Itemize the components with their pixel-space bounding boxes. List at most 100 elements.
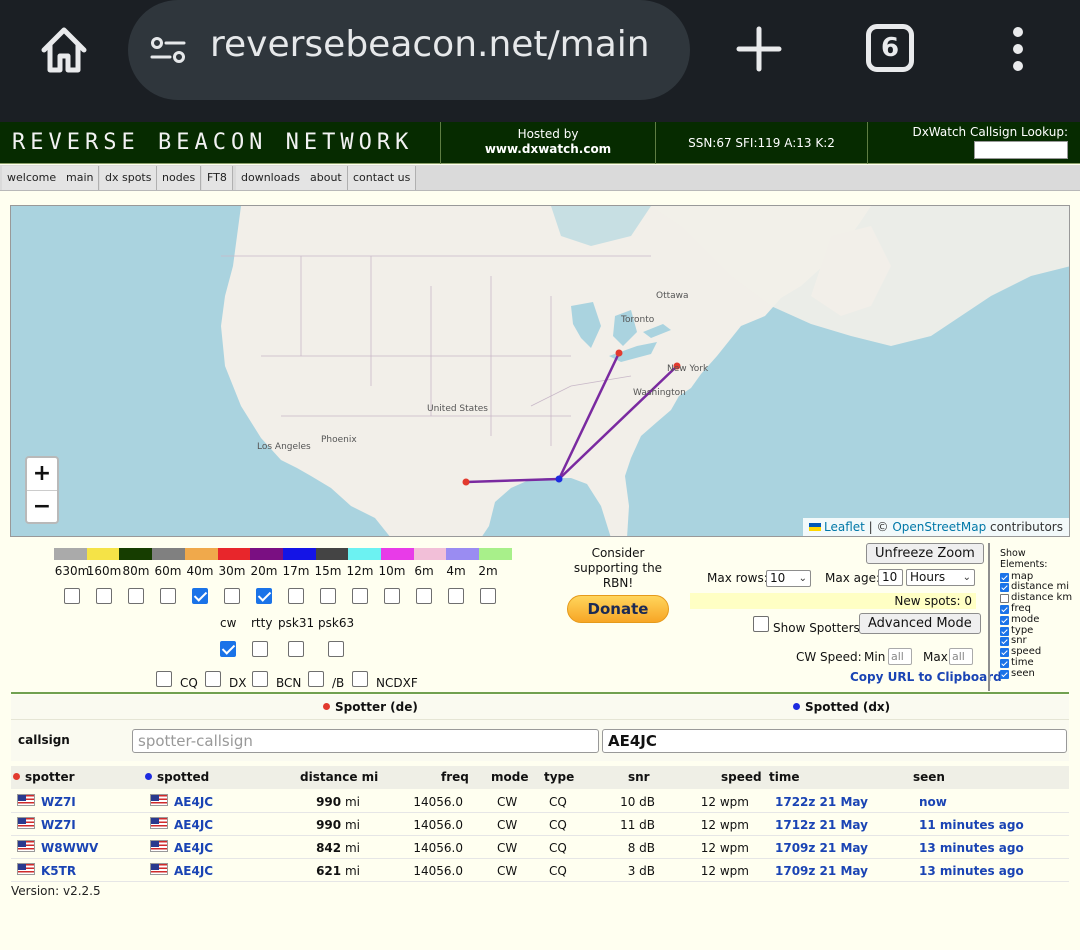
map-canvas[interactable] bbox=[11, 206, 1070, 537]
col-seen[interactable]: seen bbox=[913, 770, 945, 784]
show-element-checkbox[interactable] bbox=[1000, 648, 1009, 658]
show-element-item[interactable]: seen bbox=[1000, 668, 1072, 680]
band-checkbox[interactable] bbox=[160, 588, 176, 604]
hosted-site-link[interactable]: www.dxwatch.com bbox=[441, 142, 655, 157]
nav-main[interactable]: main bbox=[61, 166, 100, 190]
spotted-callsign-input[interactable]: AE4JC bbox=[602, 729, 1067, 753]
band-checkbox[interactable] bbox=[64, 588, 80, 604]
type-checkbox[interactable] bbox=[156, 671, 172, 687]
nav-welcome[interactable]: welcome bbox=[2, 166, 63, 190]
col-spotter[interactable]: spotter bbox=[13, 770, 75, 784]
type-checkbox[interactable] bbox=[252, 671, 268, 687]
col-spotted[interactable]: spotted bbox=[145, 770, 209, 784]
time-link[interactable]: 1712z 21 May bbox=[775, 818, 868, 832]
lookup-label: DxWatch Callsign Lookup: bbox=[912, 125, 1068, 139]
spotter-link[interactable]: WZ7I bbox=[41, 795, 76, 809]
col-snr[interactable]: snr bbox=[628, 770, 650, 784]
band-checkbox[interactable] bbox=[320, 588, 336, 604]
osm-link[interactable]: OpenStreetMap bbox=[892, 520, 986, 534]
show-element-checkbox[interactable] bbox=[1000, 615, 1009, 625]
cw-max-input[interactable]: all bbox=[949, 648, 973, 665]
show-element-checkbox[interactable] bbox=[1000, 637, 1009, 647]
freq-cell: 14056.0 bbox=[413, 795, 463, 809]
band-checkbox[interactable] bbox=[352, 588, 368, 604]
donate-button[interactable]: Donate bbox=[567, 595, 669, 623]
leaflet-link[interactable]: Leaflet bbox=[824, 520, 865, 534]
cw-min-input[interactable]: all bbox=[888, 648, 912, 665]
band-checkbox[interactable] bbox=[128, 588, 144, 604]
band-color-2 bbox=[119, 548, 153, 560]
band-checkbox[interactable] bbox=[192, 588, 208, 604]
time-link[interactable]: 1722z 21 May bbox=[775, 795, 868, 809]
col-speed[interactable]: speed bbox=[721, 770, 762, 784]
site-settings-icon[interactable] bbox=[148, 30, 188, 70]
show-spotters-checkbox[interactable] bbox=[753, 616, 769, 632]
copy-url-link[interactable]: Copy URL to Clipboard bbox=[850, 670, 1002, 684]
new-tab-icon[interactable] bbox=[736, 26, 782, 72]
spot-map[interactable]: Ottawa Toronto New York Washington Unite… bbox=[10, 205, 1070, 537]
band-checkbox[interactable] bbox=[480, 588, 496, 604]
max-rows-select[interactable]: 10 ⌄ bbox=[766, 570, 811, 587]
col-type[interactable]: type bbox=[544, 770, 574, 784]
mode-checkbox[interactable] bbox=[220, 641, 236, 657]
seen-cell: 13 minutes ago bbox=[919, 864, 1024, 878]
nav-ft8[interactable]: FT8 bbox=[202, 166, 233, 190]
spotted-marker[interactable] bbox=[555, 475, 563, 483]
mode-checkbox[interactable] bbox=[288, 641, 304, 657]
address-bar[interactable]: reversebeacon.net/main bbox=[128, 0, 690, 100]
mode-checkbox[interactable] bbox=[328, 641, 344, 657]
advanced-mode-button[interactable]: Advanced Mode bbox=[859, 613, 981, 634]
freq-cell: 14056.0 bbox=[413, 818, 463, 832]
type-checkbox[interactable] bbox=[205, 671, 221, 687]
band-checkbox[interactable] bbox=[448, 588, 464, 604]
show-element-checkbox[interactable] bbox=[1000, 626, 1009, 636]
spotter-callsign-input[interactable]: spotter-callsign bbox=[132, 729, 599, 753]
show-element-checkbox[interactable] bbox=[1000, 583, 1009, 593]
zoom-out-button[interactable]: − bbox=[27, 490, 57, 522]
show-element-checkbox[interactable] bbox=[1000, 669, 1009, 679]
spotted-link[interactable]: AE4JC bbox=[174, 841, 213, 855]
tab-switcher-button[interactable]: 6 bbox=[866, 24, 914, 72]
band-checkbox[interactable] bbox=[224, 588, 240, 604]
lookup-input[interactable] bbox=[974, 141, 1068, 159]
zoom-control: + − bbox=[25, 456, 59, 524]
spotter-link[interactable]: W8WWV bbox=[41, 841, 98, 855]
col-freq[interactable]: freq bbox=[441, 770, 469, 784]
nav-dx-spots[interactable]: dx spots bbox=[100, 166, 158, 190]
type-checkbox[interactable] bbox=[352, 671, 368, 687]
band-checkbox[interactable] bbox=[288, 588, 304, 604]
show-element-checkbox[interactable] bbox=[1000, 594, 1009, 604]
band-checkbox[interactable] bbox=[96, 588, 112, 604]
show-element-checkbox[interactable] bbox=[1000, 658, 1009, 668]
spotter-marker[interactable] bbox=[615, 349, 623, 357]
spotter-marker[interactable] bbox=[462, 478, 470, 486]
mode-checkbox[interactable] bbox=[252, 641, 268, 657]
nav-downloads[interactable]: downloads bbox=[236, 166, 306, 190]
time-link[interactable]: 1709z 21 May bbox=[775, 864, 868, 878]
col-mode[interactable]: mode bbox=[491, 770, 528, 784]
col-time[interactable]: time bbox=[769, 770, 800, 784]
home-icon[interactable] bbox=[36, 22, 92, 78]
spotter-link[interactable]: WZ7I bbox=[41, 818, 76, 832]
show-element-checkbox[interactable] bbox=[1000, 572, 1009, 582]
nav-contact-us[interactable]: contact us bbox=[348, 166, 417, 190]
show-element-checkbox[interactable] bbox=[1000, 604, 1009, 614]
col-distance[interactable]: distance mi bbox=[300, 770, 378, 784]
site-logo[interactable]: REVERSE BEACON NETWORK bbox=[12, 130, 413, 155]
spotted-link[interactable]: AE4JC bbox=[174, 818, 213, 832]
band-checkbox[interactable] bbox=[384, 588, 400, 604]
nav-about[interactable]: about bbox=[305, 166, 348, 190]
nav-nodes[interactable]: nodes bbox=[157, 166, 202, 190]
spotter-link[interactable]: K5TR bbox=[41, 864, 76, 878]
more-options-icon[interactable] bbox=[1008, 24, 1028, 74]
unfreeze-zoom-button[interactable]: Unfreeze Zoom bbox=[866, 543, 984, 564]
zoom-in-button[interactable]: + bbox=[27, 458, 57, 490]
spotted-link[interactable]: AE4JC bbox=[174, 864, 213, 878]
type-checkbox[interactable] bbox=[308, 671, 324, 687]
band-checkbox[interactable] bbox=[416, 588, 432, 604]
max-age-input[interactable]: 10 bbox=[878, 569, 903, 586]
band-checkbox[interactable] bbox=[256, 588, 272, 604]
age-unit-select[interactable]: Hours ⌄ bbox=[906, 569, 975, 586]
spotted-link[interactable]: AE4JC bbox=[174, 795, 213, 809]
time-link[interactable]: 1709z 21 May bbox=[775, 841, 868, 855]
